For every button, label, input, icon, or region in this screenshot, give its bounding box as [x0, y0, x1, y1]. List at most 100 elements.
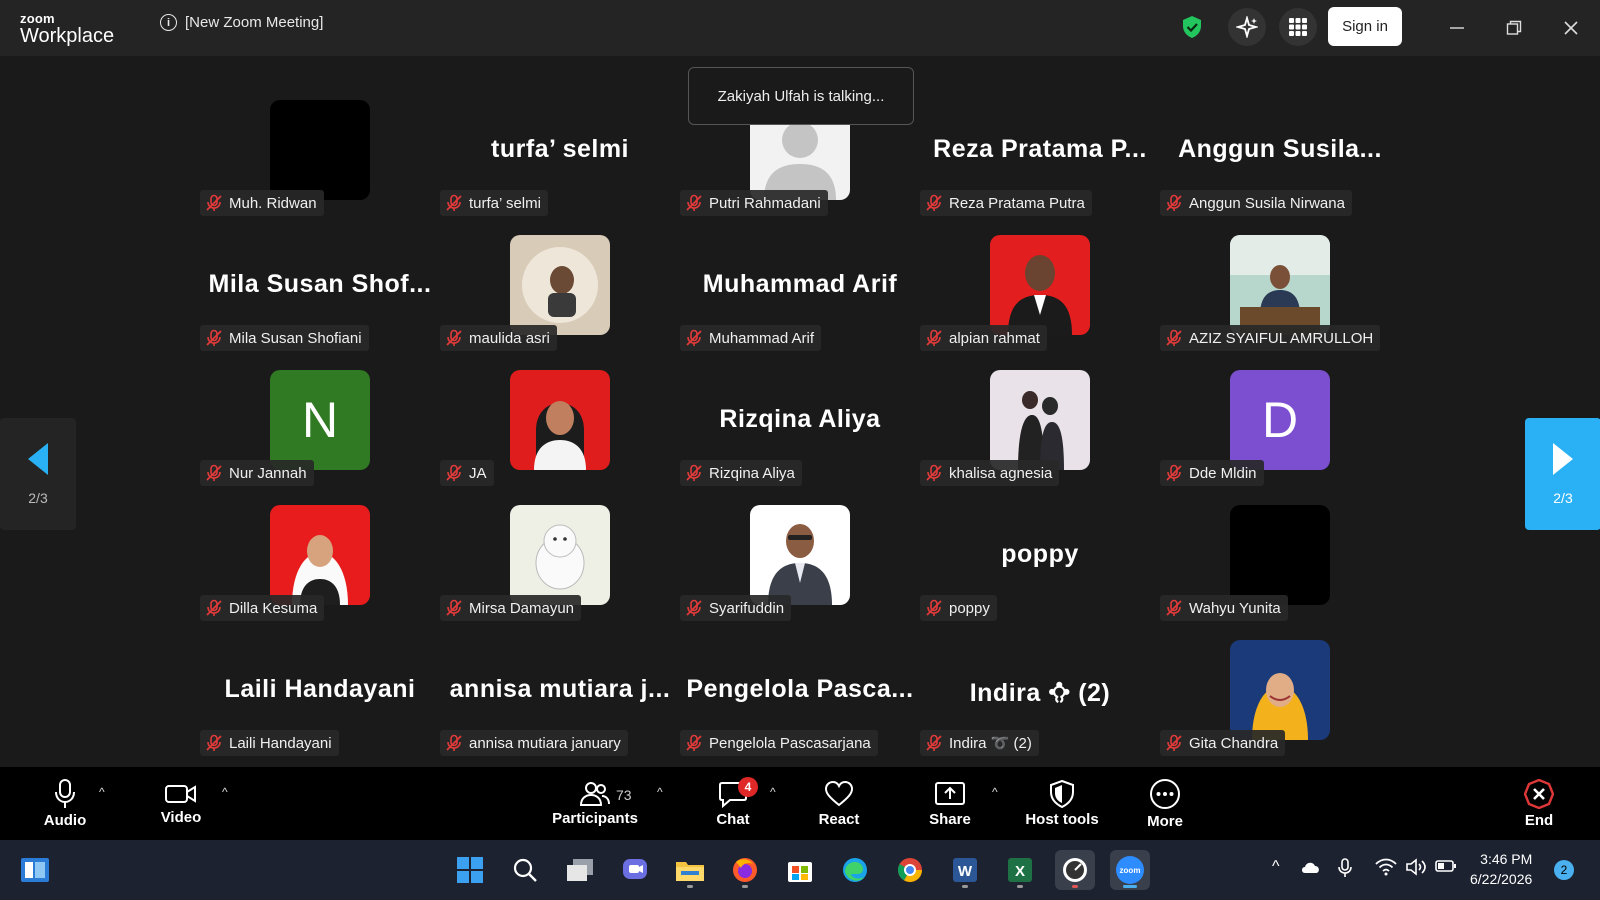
excel-icon[interactable]: X — [1000, 850, 1040, 890]
zoom-taskbar-icon[interactable]: zoom — [1110, 850, 1150, 890]
participant-tile[interactable]: alpian rahmat — [920, 235, 1160, 370]
more-dots-icon — [1150, 778, 1180, 809]
avatar-initial: D — [1230, 370, 1330, 470]
sign-in-button[interactable]: Sign in — [1328, 7, 1402, 46]
brand-top: zoom — [20, 11, 55, 26]
muted-microphone-icon — [926, 599, 942, 616]
onedrive-icon[interactable] — [1300, 858, 1322, 881]
encryption-shield-icon[interactable] — [1181, 15, 1203, 44]
minimize-icon[interactable] — [1443, 14, 1471, 42]
participants-button[interactable]: Participants — [552, 767, 638, 840]
chat-unread-badge: 4 — [738, 777, 758, 797]
wifi-icon[interactable] — [1375, 858, 1397, 881]
participant-name-label: maulida asri — [440, 325, 557, 351]
search-icon[interactable] — [505, 850, 545, 890]
participant-tile[interactable]: AZIZ SYAIFUL AMRULLOH — [1160, 235, 1400, 370]
task-view-icon[interactable] — [560, 850, 600, 890]
participant-display-name: Rizqina Aliya — [719, 405, 881, 433]
participant-tile[interactable]: maulida asri — [440, 235, 680, 370]
participant-tile[interactable]: Mirsa Damayun — [440, 505, 680, 640]
video-options-chevron-icon[interactable]: ^ — [222, 785, 228, 799]
participant-name: Mirsa Damayun — [469, 599, 575, 617]
participant-video — [1230, 505, 1330, 605]
participant-tile[interactable]: Rizqina Aliya Rizqina Aliya — [680, 370, 920, 505]
participant-name-label: Pengelola Pascasarjana — [680, 730, 878, 756]
participant-tile[interactable]: Laili Handayani Laili Handayani — [200, 640, 440, 775]
prev-page-button[interactable]: 2/3 — [0, 418, 76, 530]
more-button[interactable]: More — [1140, 767, 1190, 840]
participant-tile[interactable]: Indira 𖢿 (2) Indira ➰ (2) — [920, 640, 1160, 775]
audio-button[interactable]: Audio — [40, 767, 90, 840]
share-options-chevron-icon[interactable]: ^ — [992, 785, 998, 799]
participant-display-name: Anggun Susila... — [1178, 135, 1382, 163]
system-clock[interactable]: 3:46 PM 6/22/2026 — [1470, 849, 1532, 889]
participant-name: turfa’ selmi — [469, 194, 541, 212]
meeting-info[interactable]: i [New Zoom Meeting] — [160, 14, 323, 31]
host-tools-button[interactable]: Host tools — [1025, 767, 1099, 840]
start-icon[interactable] — [450, 850, 490, 890]
battery-icon[interactable] — [1435, 858, 1457, 879]
participant-video — [510, 235, 610, 335]
audio-options-chevron-icon[interactable]: ^ — [99, 785, 105, 799]
react-button[interactable]: React — [812, 767, 866, 840]
muted-microphone-icon — [1166, 464, 1182, 481]
apps-button[interactable] — [1279, 8, 1317, 46]
participant-tile[interactable]: Wahyu Yunita — [1160, 505, 1400, 640]
participant-name-label: JA — [440, 460, 494, 486]
chat-label: Chat — [716, 810, 750, 828]
video-button[interactable]: Video — [155, 767, 207, 840]
muted-microphone-icon — [926, 734, 942, 751]
file-explorer-icon[interactable] — [670, 850, 710, 890]
speedometer-app-icon[interactable] — [1055, 850, 1095, 890]
more-label: More — [1147, 812, 1183, 830]
ai-companion-button[interactable] — [1228, 8, 1266, 46]
arrow-right-icon — [1553, 443, 1573, 475]
participant-tile[interactable]: turfa’ selmi turfa’ selmi — [440, 100, 680, 235]
participant-tile[interactable]: Dilla Kesuma — [200, 505, 440, 640]
widgets-icon[interactable] — [15, 850, 55, 890]
restore-icon[interactable] — [1500, 14, 1528, 42]
microsoft-store-icon[interactable] — [780, 850, 820, 890]
close-icon[interactable] — [1557, 14, 1585, 42]
participant-display-name: Laili Handayani — [224, 675, 416, 703]
participant-tile[interactable]: Mila Susan Shof... Mila Susan Shofiani — [200, 235, 440, 370]
participant-tile[interactable]: D Dde Mldin — [1160, 370, 1400, 505]
participant-tile[interactable]: Reza Pratama P... Reza Pratama Putra — [920, 100, 1160, 235]
participant-tile[interactable]: Muhammad Arif Muhammad Arif — [680, 235, 920, 370]
participant-tile[interactable]: annisa mutiara j... annisa mutiara januar… — [440, 640, 680, 775]
chat-options-chevron-icon[interactable]: ^ — [770, 785, 776, 799]
end-button[interactable]: End — [1516, 767, 1562, 840]
show-hidden-icons-chevron-icon[interactable]: ^ — [1272, 858, 1280, 876]
participant-tile[interactable]: Syarifuddin — [680, 505, 920, 640]
participant-tile[interactable]: poppy poppy — [920, 505, 1160, 640]
participant-tile[interactable]: Muh. Ridwan — [200, 100, 440, 235]
volume-icon[interactable] — [1405, 858, 1427, 881]
participant-name: annisa mutiara january — [469, 734, 621, 752]
muted-microphone-icon — [206, 599, 222, 616]
participant-tile[interactable]: khalisa agnesia — [920, 370, 1160, 505]
participant-tile[interactable]: N Nur Jannah — [200, 370, 440, 505]
microphone-tray-icon[interactable] — [1338, 858, 1352, 883]
end-label: End — [1524, 811, 1554, 829]
participant-tile[interactable]: JA — [440, 370, 680, 505]
participants-options-chevron-icon[interactable]: ^ — [657, 785, 663, 799]
chrome-icon[interactable] — [890, 850, 930, 890]
firefox-icon[interactable] — [725, 850, 765, 890]
participant-tile[interactable]: Gita Chandra — [1160, 640, 1400, 775]
talking-banner: Zakiyah Ulfah is talking... — [688, 67, 914, 125]
apps-grid-icon — [1289, 18, 1307, 36]
participant-tile[interactable]: Pengelola Pasca... Pengelola Pascasarjana — [680, 640, 920, 775]
info-icon[interactable]: i — [160, 14, 177, 31]
participant-name: Muh. Ridwan — [229, 194, 317, 212]
participant-name: Dde Mldin — [1189, 464, 1257, 482]
participant-display-name: poppy — [1001, 540, 1079, 568]
participant-video: N — [270, 370, 370, 470]
notification-count-badge[interactable]: 2 — [1554, 860, 1574, 880]
teams-chat-icon[interactable] — [615, 850, 655, 890]
next-page-button[interactable]: 2/3 — [1525, 418, 1600, 530]
participant-tile[interactable]: Anggun Susila... Anggun Susila Nirwana — [1160, 100, 1400, 235]
heart-icon — [824, 780, 854, 806]
word-icon[interactable]: W — [945, 850, 985, 890]
share-button[interactable]: Share — [925, 767, 975, 840]
edge-icon[interactable] — [835, 850, 875, 890]
